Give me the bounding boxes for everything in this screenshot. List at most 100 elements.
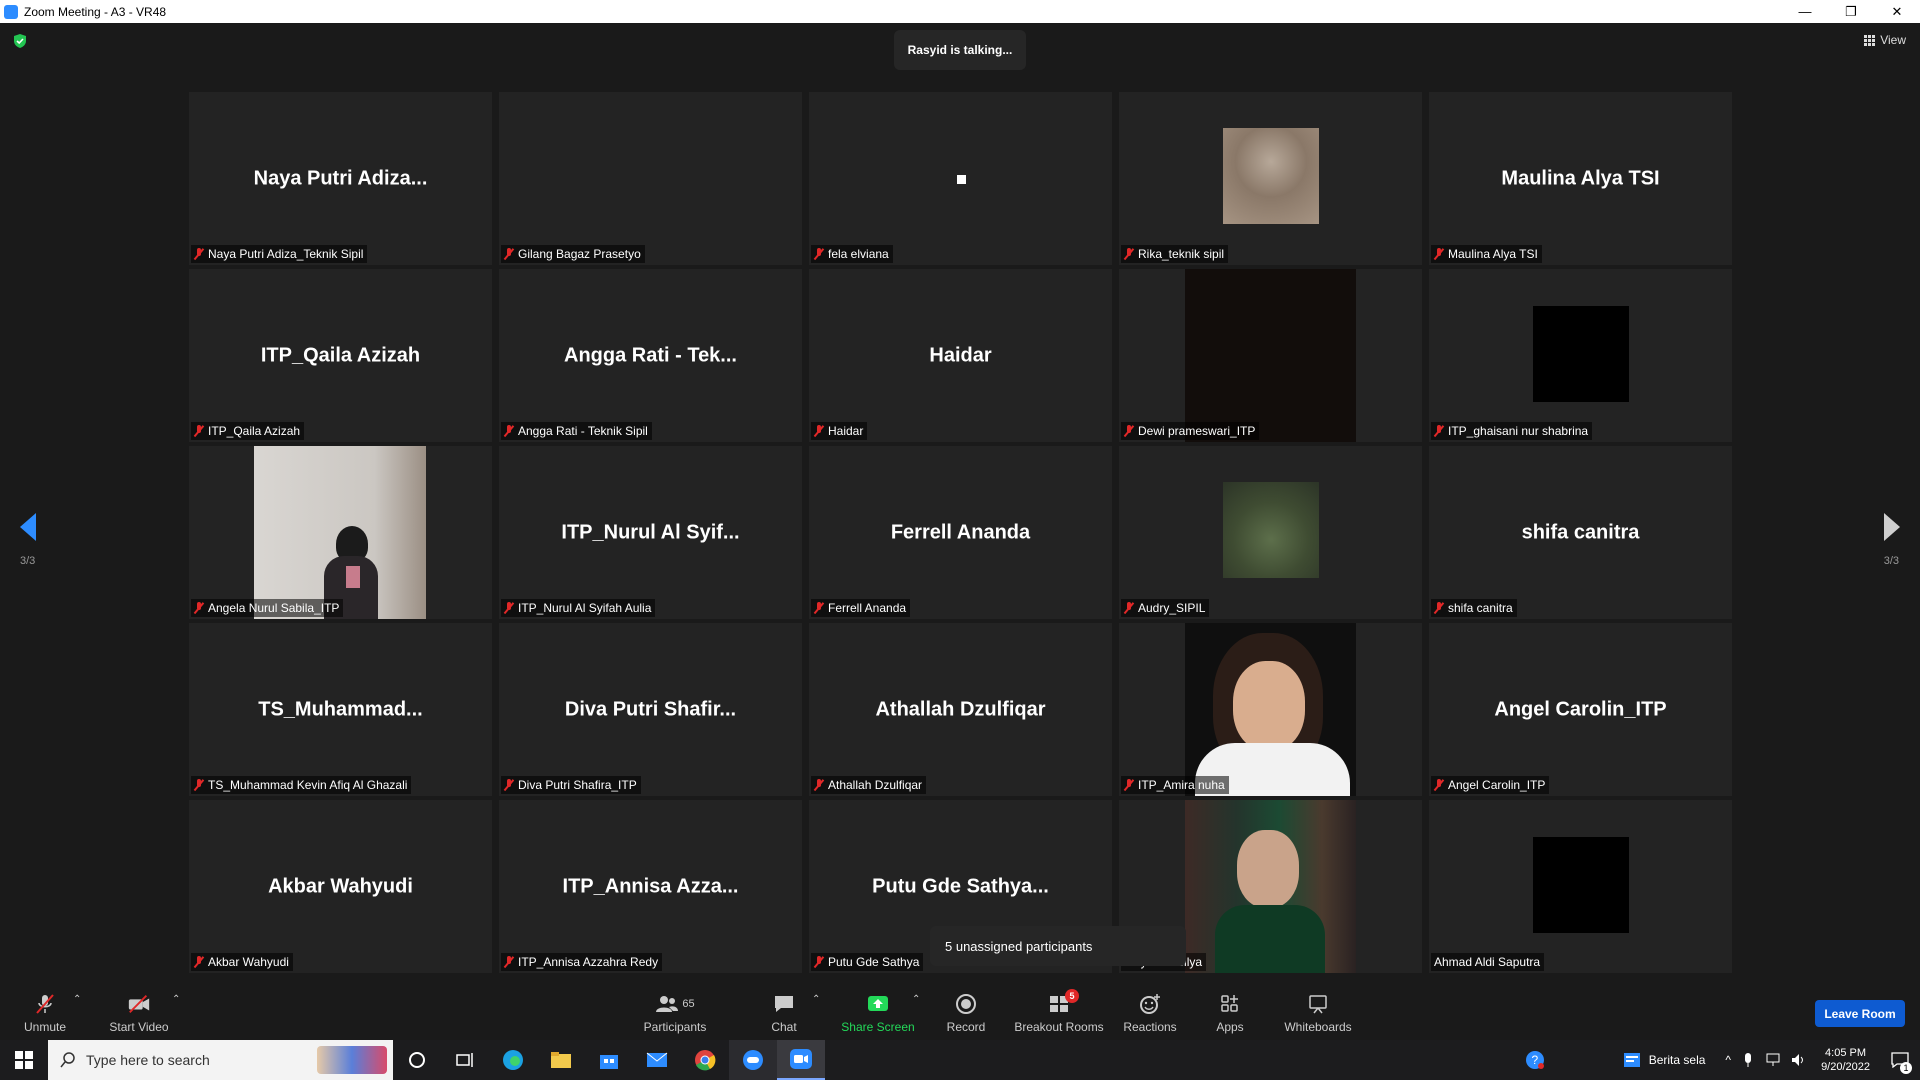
video-placeholder-dot xyxy=(957,175,966,184)
participants-button[interactable]: 65 Participants xyxy=(640,980,710,1040)
edge-browser-icon[interactable] xyxy=(489,1040,537,1080)
news-widget-icon[interactable] xyxy=(1623,1052,1641,1068)
participant-tile[interactable]: Akbar Wahyudi Akbar Wahyudi xyxy=(189,800,492,973)
share-screen-button[interactable]: Share Screen xyxy=(838,980,918,1040)
participant-tile[interactable]: fela elviana xyxy=(809,92,1112,265)
mic-muted-icon xyxy=(1124,779,1134,791)
close-button[interactable]: ✕ xyxy=(1874,0,1920,23)
participant-name-label: Diva Putri Shafira_ITP xyxy=(501,776,641,794)
network-icon[interactable] xyxy=(1765,1053,1781,1067)
participant-name-label: Audry_SIPIL xyxy=(1121,599,1210,617)
participant-tile[interactable]: Naya Putri Adiza... Naya Putri Adiza_Tek… xyxy=(189,92,492,265)
chrome-icon[interactable] xyxy=(681,1040,729,1080)
mic-muted-icon xyxy=(504,956,514,968)
mic-muted-icon xyxy=(504,248,514,260)
participant-name-label: Angela Nurul Sabila_ITP xyxy=(191,599,344,617)
participant-name-label: Naya Putri Adiza_Teknik Sipil xyxy=(191,245,368,263)
participant-name-label: TS_Muhammad Kevin Afiq Al Ghazali xyxy=(191,776,412,794)
video-off-icon xyxy=(127,993,151,1015)
show-hidden-icons-chevron-icon[interactable]: ^ xyxy=(1725,1053,1731,1067)
participant-tile[interactable]: Athallah Dzulfiqar Athallah Dzulfiqar xyxy=(809,623,1112,796)
microphone-tray-icon[interactable] xyxy=(1741,1052,1755,1068)
notification-center-icon[interactable]: 1 xyxy=(1880,1040,1920,1080)
next-page-arrow-icon[interactable] xyxy=(1884,513,1900,541)
page-indicator-right: 3/3 xyxy=(1883,555,1899,567)
participant-video xyxy=(1223,482,1319,578)
zoom-taskbar-icon[interactable] xyxy=(777,1040,825,1080)
participant-tile[interactable]: TS_Muhammad... TS_Muhammad Kevin Afiq Al… xyxy=(189,623,492,796)
participant-tile[interactable]: Maulina Alya TSI Maulina Alya TSI xyxy=(1429,92,1732,265)
taskbar-search-box[interactable]: Type here to search xyxy=(48,1040,393,1080)
participant-tile[interactable]: ITP_ghaisani nur shabrina xyxy=(1429,269,1732,442)
leave-room-button[interactable]: Leave Room xyxy=(1815,1000,1905,1027)
chat-options-caret-icon[interactable]: ⌃ xyxy=(812,994,820,1005)
reactions-button[interactable]: Reactions xyxy=(1120,980,1180,1040)
participant-tile[interactable]: Angga Rati - Tek... Angga Rati - Teknik … xyxy=(499,269,802,442)
participant-tile[interactable]: Gilang Bagaz Prasetyo xyxy=(499,92,802,265)
breakout-rooms-badge: 5 xyxy=(1065,989,1079,1003)
participant-tile[interactable]: Ahmad Aldi Saputra xyxy=(1429,800,1732,973)
window-titlebar: Zoom Meeting - A3 - VR48 — ❐ ✕ xyxy=(0,0,1920,23)
help-icon[interactable]: ? xyxy=(1511,1040,1559,1080)
cortana-icon[interactable] xyxy=(393,1040,441,1080)
windows-taskbar: Type here to search ? Berita sela ^ 4:05… xyxy=(0,1040,1920,1080)
apps-button[interactable]: Apps xyxy=(1210,980,1250,1040)
whiteboards-button[interactable]: Whiteboards xyxy=(1282,980,1354,1040)
notification-count: 1 xyxy=(1900,1062,1912,1074)
participant-tile[interactable]: Angel Carolin_ITP Angel Carolin_ITP xyxy=(1429,623,1732,796)
participant-tile[interactable]: Dewi prameswari_ITP xyxy=(1119,269,1422,442)
windows-logo-icon xyxy=(15,1051,33,1069)
participant-display-name: Ferrell Ananda xyxy=(890,521,1031,543)
minimize-button[interactable]: — xyxy=(1782,0,1828,23)
restore-button[interactable]: ❐ xyxy=(1828,0,1874,23)
participant-tile[interactable]: ITP_Nurul Al Syif... ITP_Nurul Al Syifah… xyxy=(499,446,802,619)
video-options-caret-icon[interactable]: ⌃ xyxy=(172,994,180,1005)
participant-display-name: shifa canitra xyxy=(1521,521,1640,543)
mic-muted-icon xyxy=(1434,248,1444,260)
task-view-icon[interactable] xyxy=(441,1040,489,1080)
file-explorer-icon[interactable] xyxy=(537,1040,585,1080)
unassigned-participants-popup[interactable]: 5 unassigned participants xyxy=(930,926,1186,966)
mic-muted-icon xyxy=(1434,425,1444,437)
participants-count: 65 xyxy=(682,998,695,1010)
participant-video xyxy=(1185,623,1356,796)
participant-display-name: Angga Rati - Tek... xyxy=(564,344,737,366)
window-controls: — ❐ ✕ xyxy=(1782,0,1920,23)
reactions-smiley-icon xyxy=(1138,993,1162,1015)
share-options-caret-icon[interactable]: ⌃ xyxy=(912,994,920,1005)
participant-tile[interactable]: ITP_Qaila Azizah ITP_Qaila Azizah xyxy=(189,269,492,442)
participant-tile[interactable]: Ferrell Ananda Ferrell Ananda xyxy=(809,446,1112,619)
participant-name-label: ITP_ghaisani nur shabrina xyxy=(1431,422,1593,440)
breakout-rooms-button[interactable]: 5 Breakout Rooms xyxy=(1012,980,1106,1040)
apps-icon xyxy=(1218,993,1242,1015)
mic-muted-icon xyxy=(33,993,57,1015)
record-button[interactable]: Record xyxy=(942,980,990,1040)
view-button[interactable]: View xyxy=(1864,33,1906,47)
encryption-shield-icon[interactable] xyxy=(12,33,28,49)
participant-name-label: Maulina Alya TSI xyxy=(1431,245,1542,263)
participant-tile[interactable]: Haidar Haidar xyxy=(809,269,1112,442)
participant-tile[interactable]: ITP_Annisa Azza... ITP_Annisa Azzahra Re… xyxy=(499,800,802,973)
unmute-button[interactable]: Unmute xyxy=(20,980,70,1040)
participant-tile[interactable]: shifa canitra shifa canitra xyxy=(1429,446,1732,619)
system-clock[interactable]: 4:05 PM 9/20/2022 xyxy=(1821,1046,1870,1074)
participant-tile[interactable]: Audry_SIPIL xyxy=(1119,446,1422,619)
start-video-button[interactable]: Start Video xyxy=(106,980,172,1040)
news-widget-label[interactable]: Berita sela xyxy=(1649,1053,1706,1067)
chat-button[interactable]: Chat xyxy=(762,980,806,1040)
participant-tile[interactable]: ITP_Amira nuha xyxy=(1119,623,1422,796)
messaging-app-icon[interactable] xyxy=(729,1040,777,1080)
active-speaker-indicator: Rasyid is talking... xyxy=(894,30,1026,70)
volume-icon[interactable] xyxy=(1791,1053,1807,1067)
search-highlight-icon xyxy=(317,1046,387,1074)
participant-video xyxy=(1185,800,1356,973)
audio-options-caret-icon[interactable]: ⌃ xyxy=(73,994,81,1005)
participant-tile[interactable]: Rika_teknik sipil xyxy=(1119,92,1422,265)
participant-tile[interactable]: Diva Putri Shafir... Diva Putri Shafira_… xyxy=(499,623,802,796)
page-indicator-left: 3/3 xyxy=(20,555,36,567)
previous-page-arrow-icon[interactable] xyxy=(20,513,36,541)
participant-tile[interactable]: Angela Nurul Sabila_ITP xyxy=(189,446,492,619)
microsoft-store-icon[interactable] xyxy=(585,1040,633,1080)
windows-start-button[interactable] xyxy=(0,1040,48,1080)
mail-icon[interactable] xyxy=(633,1040,681,1080)
